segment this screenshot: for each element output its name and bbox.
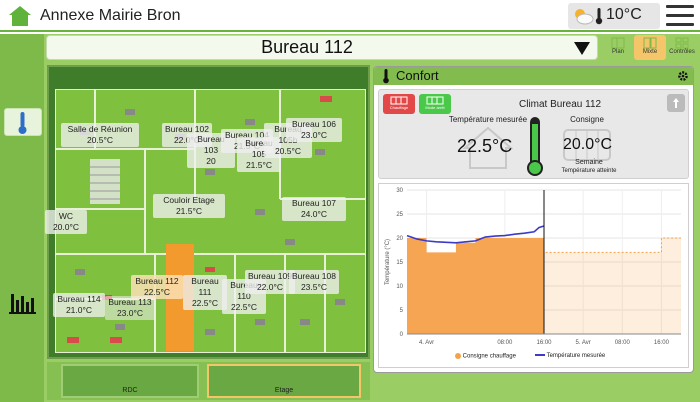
legend-swatch	[455, 353, 461, 359]
y-tick-label: 5	[400, 308, 404, 314]
setpoint-area-past	[407, 238, 544, 334]
tab-plan[interactable]: Plan	[602, 35, 634, 60]
setpoint-area-future	[544, 238, 681, 334]
y-tick-label: 30	[396, 188, 403, 194]
floor-plan[interactable]: Salle de Réunion20.5°C Bureau 10222.0°C …	[45, 65, 370, 359]
room-selector[interactable]: Bureau 112	[46, 35, 598, 60]
radiator-icon	[426, 96, 444, 105]
y-axis-label: Température (°C)	[385, 239, 391, 285]
climate-name: Climat Bureau 112	[519, 99, 602, 110]
room-label[interactable]: WC 20.0°C	[45, 210, 87, 234]
sidebar	[0, 34, 44, 402]
room-label[interactable]: Bureau 111 22.5°C	[183, 275, 227, 310]
hamburger-menu-icon[interactable]	[663, 3, 697, 29]
x-tick-label: 4. Avr	[419, 340, 434, 346]
x-tick-label: 08:00	[497, 340, 513, 346]
tab-controles[interactable]: Contrôles	[666, 35, 698, 60]
legend-item: Température mesurée	[535, 353, 605, 359]
bar-chart-icon	[9, 294, 36, 314]
setpoint-note: Température atteinte	[561, 168, 617, 174]
room-label[interactable]: Salle de Réunion 20.5°C	[61, 123, 139, 147]
x-tick-label: 16:00	[654, 340, 670, 346]
y-tick-label: 25	[396, 212, 403, 218]
room-label[interactable]: Bureau 108 23.5°C	[289, 270, 339, 294]
tab-mixte[interactable]: Mixte	[634, 35, 666, 60]
y-tick-label: 10	[396, 284, 403, 290]
mixed-view-icon	[643, 37, 657, 49]
expand-button[interactable]	[667, 94, 685, 112]
radiator-icon	[390, 96, 408, 105]
room-label[interactable]: Bureau 107 24.0°C	[282, 197, 346, 221]
setpoint-label: Consigne	[570, 115, 604, 124]
x-tick-label: 5. Avr	[576, 340, 591, 346]
outdoor-temperature: 10°C	[606, 6, 642, 23]
controls-icon	[675, 37, 689, 49]
comfort-panel: Confort Chauffage Mode arrêt Climat Bure…	[373, 66, 694, 373]
home-icon[interactable]	[9, 6, 31, 26]
triangle-down-icon[interactable]	[574, 42, 590, 55]
y-tick-label: 20	[396, 236, 403, 242]
legend-item: Consigne chauffage	[455, 353, 516, 360]
gear-icon[interactable]	[677, 70, 689, 82]
setpoint-temperature[interactable]: 20.0°C	[563, 136, 612, 154]
floor-thumb-rdc[interactable]: RDC	[61, 364, 199, 398]
setpoint-line-future	[543, 237, 681, 253]
thermometer-icon	[18, 112, 27, 134]
mode-off-button[interactable]: Mode arrêt	[419, 94, 451, 114]
climate-control: Chauffage Mode arrêt Climat Bureau 112 T…	[378, 89, 689, 179]
y-tick-label: 15	[396, 260, 403, 266]
thermometer-icon	[383, 69, 389, 84]
legend-swatch	[535, 354, 545, 357]
room-label[interactable]: Bureau 106 23.0°C	[286, 118, 342, 142]
floor-selector: RDC Etage	[47, 362, 370, 400]
x-tick-label: 08:00	[615, 340, 631, 346]
thermometer-gauge	[527, 117, 543, 176]
measured-label: Température mesurée	[448, 115, 528, 124]
floor-thumb-etage[interactable]: Etage	[207, 364, 361, 398]
page-title: Bureau 112	[261, 37, 353, 57]
panel-header: Confort	[374, 67, 693, 85]
weather-widget[interactable]: 10°C	[568, 3, 660, 29]
chart-svg: 0 5 10 15 20 25 30 Température (°C) 4. Avr 08:00 1…	[385, 188, 681, 346]
room-label[interactable]: Bureau 109 22.0°C	[245, 270, 295, 294]
mode-heating-button[interactable]: Chauffage	[383, 94, 415, 114]
arrow-up-icon	[673, 98, 679, 108]
thermometer-icon	[595, 8, 603, 25]
room-label[interactable]: Bureau 113 23.0°C	[105, 296, 155, 320]
floorplan-icon	[611, 37, 625, 49]
view-tabs: Plan Mixte Contrôles	[600, 35, 700, 60]
setpoint-mode: Semaine	[575, 159, 603, 166]
app-title: Annexe Mairie Bron	[40, 7, 181, 24]
panel-title: Confort	[396, 68, 439, 83]
sidebar-item-statistics[interactable]	[4, 288, 42, 316]
sidebar-item-comfort[interactable]	[4, 108, 42, 136]
room-label[interactable]: Bureau 114 21.0°C	[53, 293, 105, 317]
top-bar: Annexe Mairie Bron 10°C	[0, 0, 700, 32]
y-tick-label: 0	[400, 332, 404, 338]
partly-cloudy-icon	[575, 9, 594, 25]
room-label[interactable]: Couloir Etage 21.5°C	[153, 194, 225, 218]
measured-temperature: 22.5°C	[457, 136, 513, 156]
temperature-chart: 0 5 10 15 20 25 30 Température (°C) 4. Avr 08:00 1…	[378, 183, 689, 368]
x-tick-label: 16:00	[536, 340, 552, 346]
